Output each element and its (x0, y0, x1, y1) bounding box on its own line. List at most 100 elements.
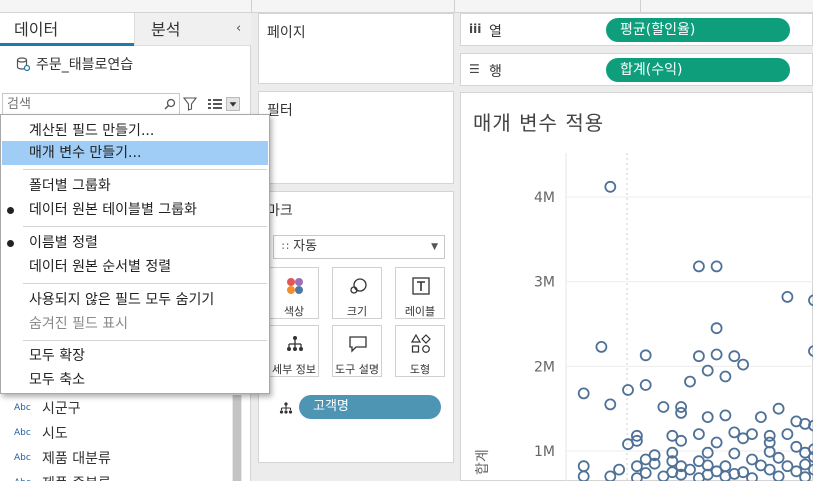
data-point[interactable] (622, 384, 634, 396)
data-point[interactable] (692, 350, 705, 363)
field-item[interactable]: Abc 제품 중분류 (0, 470, 232, 481)
tab-data[interactable]: 데이터 (0, 13, 134, 46)
size-button[interactable]: 크기 (332, 267, 382, 319)
menu-item-sort-by-name[interactable]: 이름별 정렬 (2, 231, 268, 255)
data-point[interactable] (763, 463, 776, 476)
field-name: 시도 (42, 425, 68, 442)
list-view-icon[interactable] (207, 97, 223, 111)
data-point[interactable] (639, 349, 652, 362)
menu-item-label: 모두 축소 (29, 372, 85, 388)
search-box[interactable] (2, 93, 180, 115)
data-point[interactable] (746, 472, 758, 481)
data-point[interactable] (631, 472, 643, 481)
data-point[interactable] (604, 398, 617, 411)
color-button[interactable]: 색상 (269, 267, 319, 319)
menu-item-group-by-folder[interactable]: 폴더별 그룹화 (2, 174, 268, 198)
filter-icon[interactable] (183, 97, 197, 111)
menu-item-expand-all[interactable]: 모두 확장 (2, 344, 268, 368)
data-point[interactable] (737, 432, 750, 445)
data-point[interactable] (737, 358, 750, 371)
data-point[interactable] (710, 436, 723, 449)
data-point[interactable] (808, 345, 813, 357)
data-point[interactable] (675, 434, 688, 447)
marks-card-title: 마크 (267, 203, 293, 219)
data-point[interactable] (577, 470, 590, 481)
rows-shelf[interactable]: ☰ 행 합계(수익) (460, 53, 813, 86)
data-point[interactable] (710, 348, 723, 361)
menu-item-create-calculated-field[interactable]: 계산된 필드 만들기... (2, 119, 268, 143)
columns-shelf[interactable]: iii 열 평균(할인율) (460, 13, 813, 46)
mark-type-dropdown[interactable]: ∷ 자동 ▼ (273, 235, 445, 259)
view-dropdown-icon[interactable] (226, 97, 240, 111)
field-item[interactable]: Abc 제품 대분류 (0, 445, 232, 470)
data-point[interactable] (604, 180, 617, 193)
data-point[interactable] (657, 470, 670, 481)
data-point[interactable] (781, 428, 794, 441)
data-point[interactable] (728, 350, 741, 363)
customer-name-pill[interactable]: 고객명 (299, 395, 441, 419)
scatter-plot[interactable]: 4M 3M 2M 1M 합계 (461, 93, 813, 481)
menu-item-create-parameter[interactable]: 매개 변수 만들기... (2, 141, 268, 165)
tab-analysis[interactable]: 분석 (134, 13, 251, 46)
data-point[interactable] (692, 260, 705, 273)
avg-discount-pill[interactable]: 평균(할인율) (606, 18, 790, 42)
collapse-pane-icon[interactable]: ‹ (236, 21, 241, 36)
pages-card[interactable]: 페이지 (258, 13, 454, 84)
search-input[interactable] (7, 96, 157, 112)
data-point[interactable] (595, 340, 608, 353)
data-point[interactable] (799, 471, 811, 481)
data-point[interactable] (754, 411, 767, 424)
filters-card-title: 필터 (267, 103, 293, 119)
menu-item-collapse-all[interactable]: 모두 축소 (2, 368, 268, 392)
data-point[interactable] (710, 322, 723, 335)
data-point[interactable] (719, 370, 732, 383)
data-point[interactable] (710, 260, 723, 273)
y-axis-label: 합계 (475, 449, 491, 475)
data-point[interactable] (639, 379, 652, 391)
data-point[interactable] (772, 451, 785, 464)
datasource-icon (16, 57, 30, 71)
detail-button[interactable]: 세부 정보 (269, 325, 319, 377)
filters-card[interactable]: 필터 (258, 91, 454, 184)
data-point[interactable] (719, 409, 732, 422)
search-icon[interactable] (163, 96, 177, 112)
field-name: 제품 대분류 (42, 450, 111, 467)
data-point[interactable] (657, 401, 670, 413)
data-point[interactable] (728, 447, 741, 460)
data-point[interactable] (630, 460, 643, 473)
tooltip-button[interactable]: 도구 설명 (332, 325, 382, 377)
data-point[interactable] (808, 463, 813, 476)
menu-item-hide-unused-fields[interactable]: 사용되지 않은 필드 모두 숨기기 (2, 288, 268, 312)
data-point[interactable] (781, 290, 794, 303)
data-point[interactable] (701, 411, 714, 424)
menu-item-sort-by-datasource-order[interactable]: 데이터 원본 순서별 정렬 (2, 255, 268, 279)
datasource-item[interactable]: 주문_태블로연습 (16, 54, 133, 74)
label-button-label: 레이블 (404, 305, 436, 318)
tooltip-icon (349, 336, 367, 353)
menu-item-label: 모두 확장 (29, 348, 85, 364)
field-item[interactable]: Abc 시도 (0, 420, 232, 445)
data-point[interactable] (746, 453, 758, 466)
menu-item-group-by-datasource-table[interactable]: 데이터 원본 테이블별 그룹화 (2, 198, 268, 222)
string-type-icon: Abc (14, 427, 31, 438)
data-point[interactable] (622, 438, 634, 451)
data-point[interactable] (577, 387, 590, 400)
shape-button[interactable]: 도형 (395, 325, 445, 377)
label-icon (412, 277, 430, 295)
data-point[interactable] (772, 470, 785, 481)
sum-profit-pill[interactable]: 합계(수익) (606, 58, 790, 82)
data-point[interactable] (604, 470, 617, 481)
data-point[interactable] (577, 460, 590, 473)
data-point[interactable] (684, 375, 696, 388)
data-point[interactable] (701, 364, 714, 377)
data-point[interactable] (613, 463, 626, 476)
chart-area[interactable]: 4M 3M 2M 1M 합계 매개 변수 적용 (460, 92, 813, 481)
data-point[interactable] (692, 428, 705, 441)
field-item[interactable]: Abc 시군구 (0, 395, 232, 420)
data-point[interactable] (701, 446, 714, 459)
data-point[interactable] (808, 294, 813, 307)
label-button[interactable]: 레이블 (395, 267, 445, 319)
scrollbar-thumb[interactable] (233, 395, 241, 481)
data-point[interactable] (808, 419, 813, 432)
data-point[interactable] (772, 402, 785, 415)
